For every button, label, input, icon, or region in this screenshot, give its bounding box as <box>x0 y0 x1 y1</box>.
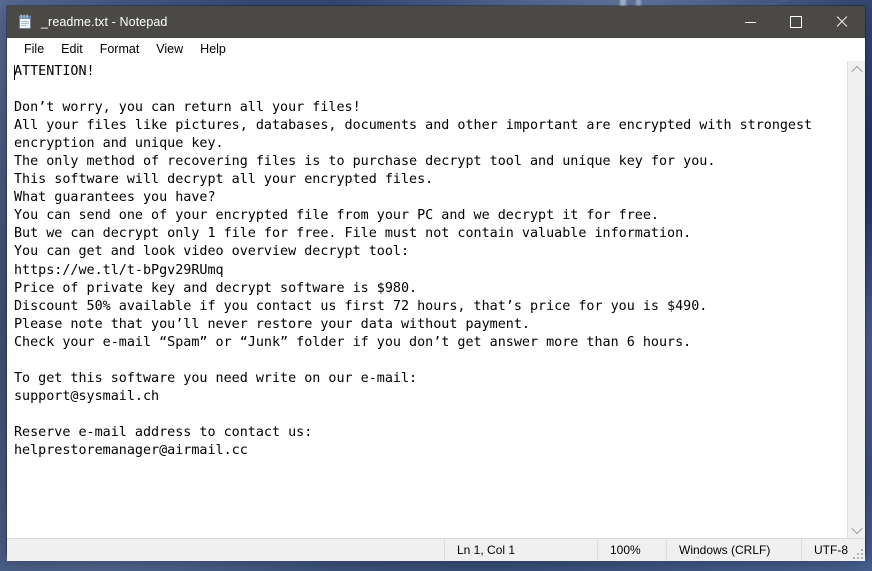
menu-item-edit[interactable]: Edit <box>53 40 92 59</box>
vertical-scrollbar[interactable] <box>847 61 865 538</box>
minimize-button[interactable] <box>727 6 773 38</box>
notepad-icon <box>17 14 33 30</box>
status-bar: Ln 1, Col 1 100% Windows (CRLF) UTF-8 <box>7 538 865 561</box>
chevron-down-icon <box>850 522 863 534</box>
scroll-up-button[interactable] <box>848 61 865 78</box>
text-caret <box>14 65 15 80</box>
menu-bar: File Edit Format View Help <box>7 38 865 60</box>
title-bar[interactable]: _readme.txt - Notepad <box>7 6 865 38</box>
maximize-icon <box>790 16 802 28</box>
editor-region: ATTENTION! Don’t worry, you can return a… <box>7 60 865 538</box>
text-editor[interactable]: ATTENTION! Don’t worry, you can return a… <box>7 61 847 538</box>
close-icon <box>836 16 848 28</box>
menu-item-view[interactable]: View <box>148 40 192 59</box>
window-controls <box>727 6 865 38</box>
status-cursor-position: Ln 1, Col 1 <box>444 539 597 561</box>
resize-grip[interactable] <box>851 547 863 559</box>
notepad-window: _readme.txt - Notepad File Edit Format V… <box>7 6 865 561</box>
status-zoom-level[interactable]: 100% <box>597 539 666 561</box>
menu-item-file[interactable]: File <box>16 40 53 59</box>
menu-item-help[interactable]: Help <box>192 40 235 59</box>
scroll-down-button[interactable] <box>848 521 865 538</box>
status-spacer <box>7 539 444 561</box>
maximize-button[interactable] <box>773 6 819 38</box>
close-button[interactable] <box>819 6 865 38</box>
chevron-up-icon <box>850 65 863 77</box>
status-line-ending: Windows (CRLF) <box>666 539 801 561</box>
minimize-icon <box>744 21 756 23</box>
ransom-note-text: ATTENTION! Don’t worry, you can return a… <box>14 64 813 458</box>
menu-item-format[interactable]: Format <box>92 40 149 59</box>
window-title: _readme.txt - Notepad <box>41 15 168 29</box>
